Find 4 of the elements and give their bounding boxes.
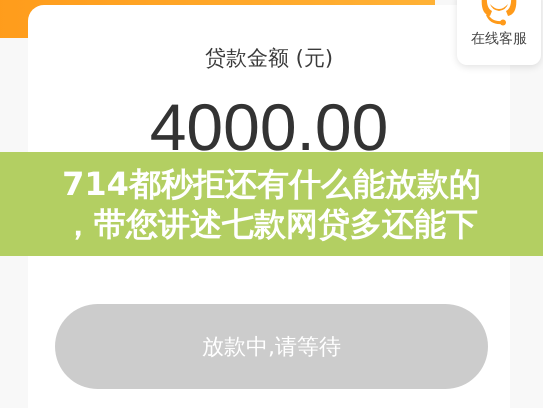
banner-title: 714都秒拒还有什么能放款的 ，带您讲述七款网贷多还能下 — [62, 164, 481, 244]
loan-amount: 4000.00 — [150, 91, 388, 163]
amount-label: 贷款金额 (元) — [204, 45, 334, 72]
service-label[interactable]: 在线客服 — [471, 30, 527, 48]
